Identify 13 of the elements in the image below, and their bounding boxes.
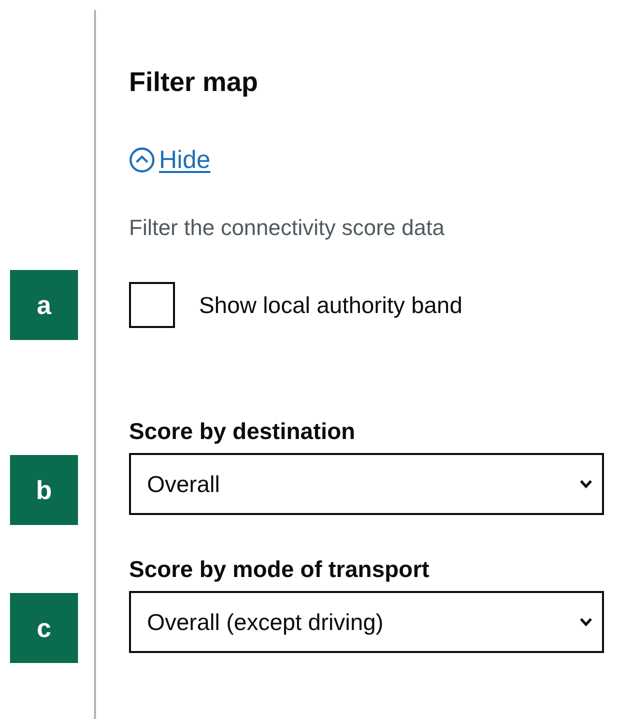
marker-label: a bbox=[10, 270, 78, 340]
field-label: Score by destination bbox=[129, 418, 356, 445]
hide-link[interactable]: Hide bbox=[129, 146, 210, 174]
filter-description: Filter the connectivity score data bbox=[129, 214, 444, 240]
checkbox[interactable] bbox=[129, 282, 175, 328]
marker-label: c bbox=[10, 593, 78, 663]
checkbox-label: Show local authority band bbox=[199, 292, 462, 318]
panel-title: Filter map bbox=[129, 67, 258, 98]
chevron-up-icon bbox=[129, 147, 155, 173]
dropdown-field[interactable]: Overall (except driving) bbox=[129, 591, 604, 653]
dropdown-field[interactable]: Overall bbox=[129, 453, 604, 515]
field-label: Score by mode of transport bbox=[129, 556, 430, 583]
marker-label: b bbox=[10, 455, 78, 525]
